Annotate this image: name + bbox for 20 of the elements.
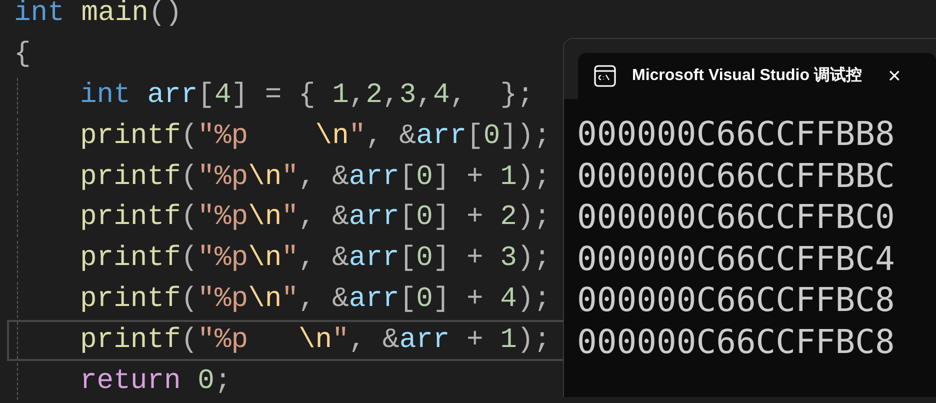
console-output-line: 000000C66CCFFBB8: [577, 113, 895, 155]
code-line: printf("%p\n", &arr[0] + 4);: [79, 282, 551, 317]
console-output-line: 000000C66CCFFBC8: [577, 279, 895, 321]
window-title: Microsoft Visual Studio 调试控: [632, 66, 862, 86]
code-line: printf("%p \n", &arr + 1);: [79, 324, 551, 358]
console-output-line: 000000C66CCFFBC8: [577, 320, 895, 363]
close-button[interactable]: ×: [888, 65, 901, 87]
code-line: printf("%p\n", &arr[0] + 3);: [79, 242, 551, 276]
console-tab[interactable]: Microsoft Visual Studio 调试控 ×: [578, 53, 936, 99]
code-line: int arr[4] = { 1,2,3,4, };: [79, 79, 534, 113]
code-line: printf("%p \n", &arr[0]);: [79, 120, 551, 154]
code-line: int main(): [13, 0, 182, 32]
code-line: printf("%p\n", &arr[0] + 2);: [79, 201, 551, 236]
console-output-line: 000000C66CCFFBC4: [577, 238, 895, 280]
code-line: return 0;: [79, 364, 232, 399]
console-output-line: 000000C66CCFFBC0: [577, 196, 895, 238]
code-line: {: [13, 38, 31, 72]
code-line: printf("%p\n", &arr[0] + 1);: [79, 160, 551, 195]
console-icon: [594, 65, 616, 87]
console-output-line: 000000C66CCFFBBC: [577, 154, 895, 196]
